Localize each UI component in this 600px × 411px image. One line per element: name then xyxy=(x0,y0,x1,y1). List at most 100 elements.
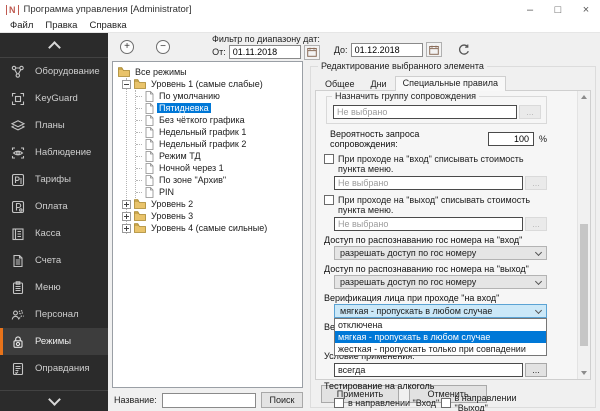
invoice-icon xyxy=(13,254,23,267)
plate-exit-combobox[interactable]: разрешать доступ по гос номеру xyxy=(334,275,547,289)
search-button[interactable]: Поиск xyxy=(261,392,303,408)
menu-edit[interactable]: Правка xyxy=(39,20,83,31)
tree-item[interactable]: PIN xyxy=(136,186,300,198)
exit-menu-charge-field[interactable]: Не выбрано xyxy=(334,217,523,231)
collapse-icon[interactable] xyxy=(122,79,131,89)
scrollbar-track[interactable] xyxy=(578,103,590,367)
tree-item[interactable]: Режим ТД xyxy=(136,150,300,162)
expand-icon[interactable] xyxy=(122,223,131,233)
chevron-down-icon xyxy=(534,277,543,285)
escort-probability-label: Вероятность запроса сопровождения: xyxy=(330,129,420,149)
document-icon xyxy=(12,362,24,375)
tree-level4[interactable]: Уровень 4 (самые сильные) xyxy=(122,222,300,234)
tree-item[interactable]: По зоне "Архив" xyxy=(136,174,300,186)
calendar-icon[interactable] xyxy=(303,44,320,60)
sidebar-item-tariffs[interactable]: Тарифы xyxy=(0,166,108,193)
equipment-icon xyxy=(11,65,24,78)
sidebar-item-menu[interactable]: Меню xyxy=(0,274,108,301)
name-label: Название: xyxy=(114,395,157,405)
face-entry-dropdown-list: отключена мягкая - пропускать в любом сл… xyxy=(334,318,547,356)
refresh-button[interactable] xyxy=(457,43,471,57)
sidebar-item-keyguard[interactable]: KeyGuard xyxy=(0,85,108,112)
expand-icon[interactable] xyxy=(122,211,131,221)
sidebar-item-staff[interactable]: Персонал xyxy=(0,301,108,328)
entry-menu-charge-checkbox[interactable] xyxy=(324,154,334,164)
scroll-down-button[interactable] xyxy=(578,367,590,379)
sidebar-item-label: Планы xyxy=(35,120,65,131)
date-from-input[interactable] xyxy=(228,45,301,59)
calendar-icon[interactable] xyxy=(425,42,442,57)
tree-item-selected[interactable]: Пятидневка xyxy=(136,102,300,114)
sidebar-item-label: Оплата xyxy=(35,201,68,212)
window-title: Программа управления [Administrator] xyxy=(23,4,192,15)
escort-group-field[interactable]: Не выбрано xyxy=(333,105,517,119)
tree-level3[interactable]: Уровень 3 xyxy=(122,210,300,222)
sidebar-item-label: KeyGuard xyxy=(35,93,78,104)
page-icon xyxy=(145,102,154,114)
expand-icon[interactable] xyxy=(122,199,131,209)
sidebar-collapse-button[interactable] xyxy=(0,33,108,58)
exit-menu-charge-checkbox[interactable] xyxy=(324,195,334,205)
chevron-down-icon xyxy=(534,306,543,314)
sidebar-item-excuses[interactable]: Оправдания xyxy=(0,355,108,382)
sidebar-item-modes[interactable]: Режимы xyxy=(0,328,108,355)
name-search-input[interactable] xyxy=(161,392,256,408)
plate-entry-combobox[interactable]: разрешать доступ по гос номеру xyxy=(334,246,547,260)
tree-item-label: Уровень 3 xyxy=(151,211,194,221)
entry-menu-charge-field[interactable]: Не выбрано xyxy=(334,176,523,190)
form-scrollbar[interactable] xyxy=(577,91,590,379)
tab-general[interactable]: Общее xyxy=(317,77,362,91)
entry-menu-charge-browse-button[interactable]: ... xyxy=(525,176,547,190)
escort-group-browse-button[interactable]: ... xyxy=(519,105,541,119)
tree-item[interactable]: Ночной через 1 xyxy=(136,162,300,174)
triangle-up-icon xyxy=(581,95,587,99)
sidebar-item-surveillance[interactable]: Наблюдение xyxy=(0,139,108,166)
folder-icon xyxy=(134,211,146,221)
entry-menu-charge-label: При проходе на "вход" списывать стоимост… xyxy=(338,154,524,174)
tree-item[interactable]: Недельный график 1 xyxy=(136,126,300,138)
sidebar-scroll-down-button[interactable] xyxy=(0,390,108,411)
percent-label: % xyxy=(538,134,547,144)
dropdown-option[interactable]: отключена xyxy=(335,319,546,331)
menu-file[interactable]: Файл xyxy=(4,20,39,31)
alcohol-entry-checkbox[interactable] xyxy=(334,398,344,408)
exit-menu-charge-browse-button[interactable]: ... xyxy=(525,217,547,231)
tree-item-label: Ночной через 1 xyxy=(159,163,224,173)
tab-days[interactable]: Дни xyxy=(362,77,394,91)
scrollbar-thumb[interactable] xyxy=(580,224,588,346)
close-button[interactable]: × xyxy=(572,0,600,19)
zoom-in-button[interactable]: + xyxy=(120,39,134,54)
minimize-button[interactable]: – xyxy=(516,0,544,19)
sidebar-item-label: Режимы xyxy=(35,336,72,347)
sidebar-item-cashdesk[interactable]: Касса xyxy=(0,220,108,247)
sidebar-item-plans[interactable]: Планы xyxy=(0,112,108,139)
tree-level1[interactable]: Уровень 1 (самые слабые) xyxy=(122,78,300,90)
dropdown-option-highlighted[interactable]: мягкая - пропускать в любом случае xyxy=(335,331,546,343)
tree-item-label: Пятидневка xyxy=(157,103,211,113)
tab-special-rules[interactable]: Специальные правила xyxy=(394,76,506,91)
tree-item-label: Без чёткого графика xyxy=(159,115,245,125)
face-entry-combobox[interactable]: мягкая - пропускать в любом случае xyxy=(334,304,547,318)
tree-item[interactable]: Без чёткого графика xyxy=(136,114,300,126)
apply-condition-field[interactable]: всегда xyxy=(334,363,523,377)
sidebar-item-equipment[interactable]: Оборудование xyxy=(0,58,108,85)
apply-condition-browse-button[interactable]: ... xyxy=(525,363,547,377)
tree-root[interactable]: Все режимы xyxy=(118,66,300,78)
tree-item[interactable]: Недельный график 2 xyxy=(136,138,300,150)
escort-probability-input[interactable] xyxy=(487,132,534,146)
tree-level2[interactable]: Уровень 2 xyxy=(122,198,300,210)
zoom-out-button[interactable]: − xyxy=(156,39,170,54)
date-to-input[interactable] xyxy=(350,42,423,57)
editor-tabs: Общее Дни Специальные правила xyxy=(315,76,591,91)
alcohol-exit-checkbox[interactable] xyxy=(440,398,451,408)
dropdown-option[interactable]: жесткая - пропускать только при совпаден… xyxy=(335,343,546,355)
maximize-button[interactable]: □ xyxy=(544,0,572,19)
scroll-up-button[interactable] xyxy=(578,91,590,103)
eye-icon xyxy=(11,146,25,159)
menu-help[interactable]: Справка xyxy=(83,20,132,31)
tree-item[interactable]: По умолчанию xyxy=(136,90,300,102)
sidebar-item-accounts[interactable]: Счета xyxy=(0,247,108,274)
tree-item-label: Недельный график 1 xyxy=(159,127,247,137)
sidebar-item-payment[interactable]: Оплата xyxy=(0,193,108,220)
date-filter-label: Фильтр по диапазону дат: xyxy=(212,33,320,44)
